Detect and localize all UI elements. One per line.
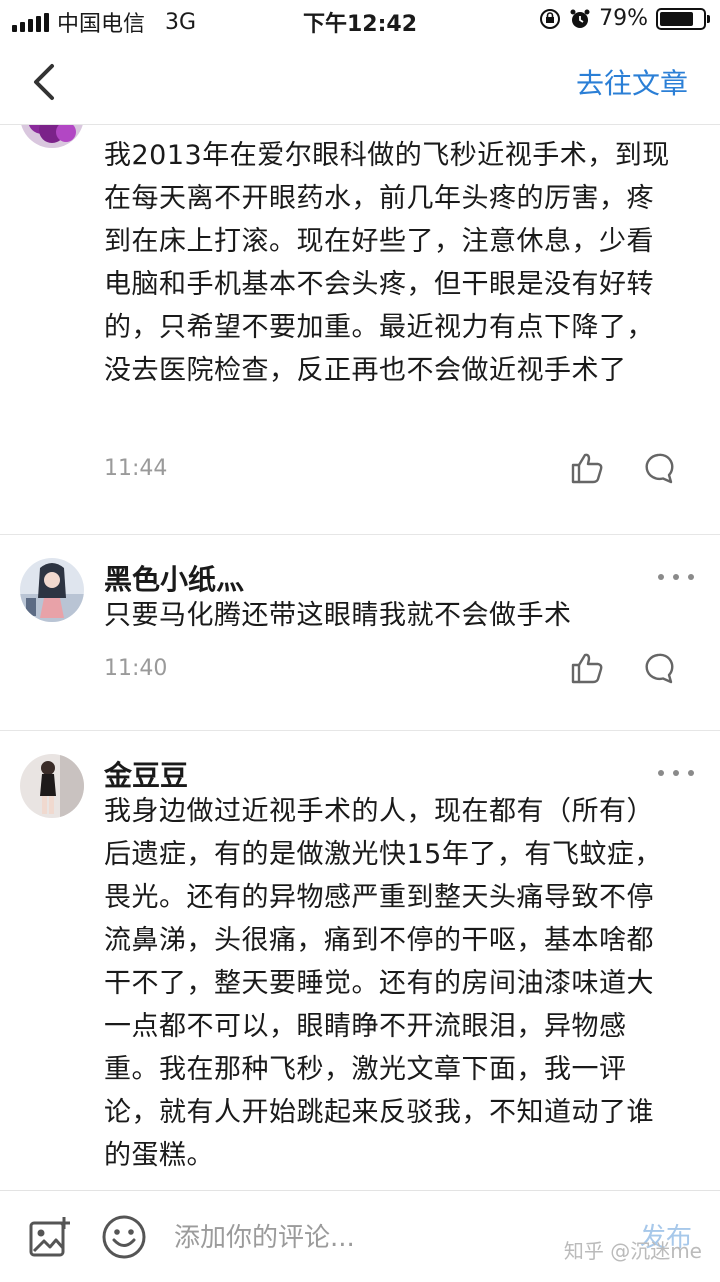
emoji-icon[interactable] [100,1213,148,1261]
status-bar: 中国电信 3G 下午12:42 79% [0,0,720,40]
status-right: 79% [539,6,710,31]
comment-text: 我身边做过近视手术的人，现在都有（所有）后遗症，有的是做激光快15年了，有飞蚊症… [104,796,662,1171]
divider [0,730,720,731]
alarm-icon [570,9,590,28]
avatar-image [20,558,84,622]
avatar[interactable] [20,754,84,818]
avatar-image [20,754,84,818]
image-icon[interactable] [28,1215,72,1259]
comment-text: 我2013年在爱尔眼科做的飞秒近视手术，到现在每天离不开眼药水，前几年头疼的厉害… [104,140,670,386]
avatar[interactable] [20,124,84,148]
battery-fill [660,11,694,26]
go-to-article-link[interactable]: 去往文章 [576,62,688,102]
divider [0,534,720,535]
like-icon[interactable] [570,451,604,485]
comment-time: 11:44 [104,456,168,481]
comment-username[interactable]: 黑色小纸灬 [104,558,244,598]
orientation-lock-icon [540,8,561,29]
comment-username[interactable]: 金豆豆 [104,754,188,794]
more-icon[interactable] [658,770,694,780]
battery-percent: 79% [599,6,648,31]
battery-icon [656,7,710,30]
back-arrow-icon[interactable] [26,60,62,104]
comment-time: 11:40 [104,656,168,681]
nav-bar: 去往文章 [0,40,720,125]
more-icon[interactable] [658,574,694,584]
reply-icon[interactable] [641,451,675,485]
watermark: 知乎 @沉迷me [563,1239,702,1263]
avatar[interactable] [20,558,84,622]
like-icon[interactable] [570,651,604,685]
avatar-image [20,124,84,148]
comment-list: 我2013年在爱尔眼科做的飞秒近视手术，到现在每天离不开眼药水，前几年头疼的厉害… [0,124,720,1190]
comment-input[interactable] [172,1215,556,1261]
comment-bar: 发布 知乎 @沉迷me [0,1190,720,1282]
reply-icon[interactable] [641,651,675,685]
comment-text: 只要马化腾还带这眼睛我就不会做手术 [104,600,572,631]
